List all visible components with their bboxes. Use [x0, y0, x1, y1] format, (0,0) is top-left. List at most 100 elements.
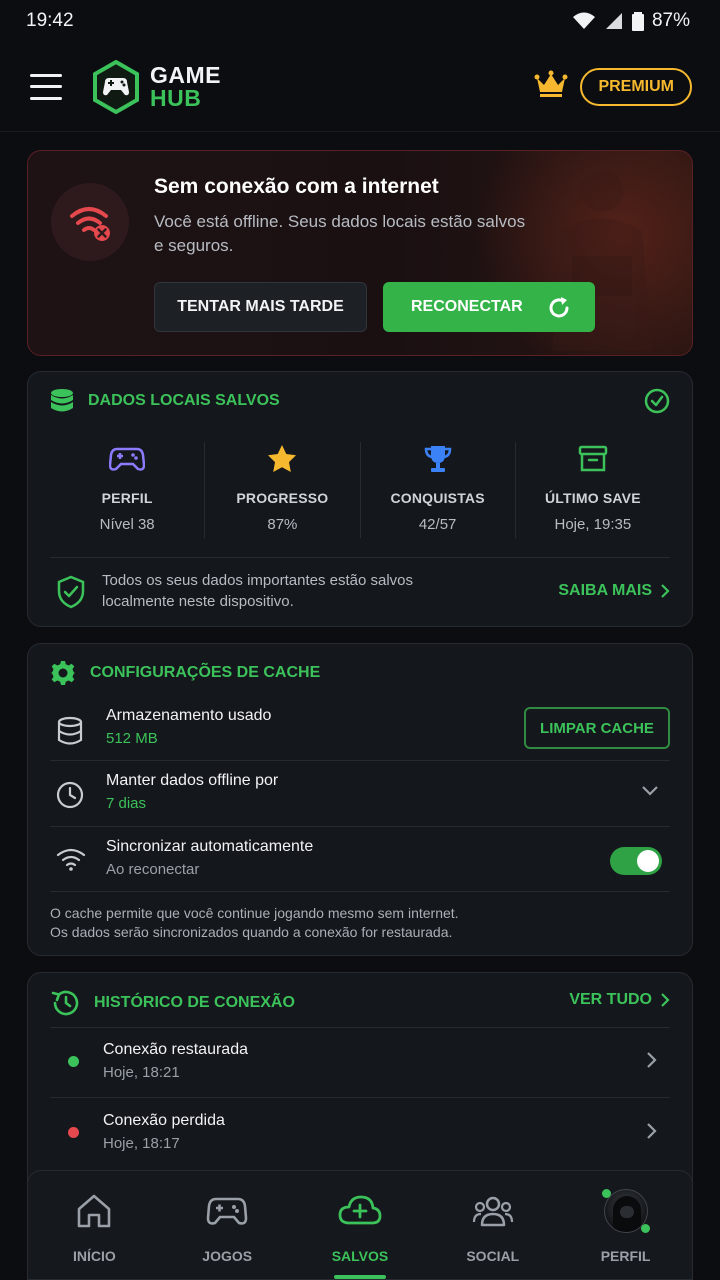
signal-icon: [604, 11, 624, 31]
nav-profile[interactable]: PERFIL: [559, 1171, 692, 1279]
chevron-right-icon: [661, 584, 670, 598]
history-item-time: Hoje, 18:17: [103, 1135, 180, 1152]
cache-note: O cache permite que você continue jogand…: [50, 904, 670, 942]
refresh-icon: [549, 297, 569, 318]
nav-social-label: SOCIAL: [466, 1248, 520, 1264]
history-item[interactable]: Conexão restaurada Hoje, 18:21: [50, 1027, 670, 1097]
stat-last-save: ÚLTIMO SAVE Hoje, 19:35: [516, 442, 670, 538]
auto-sync-toggle[interactable]: [610, 847, 662, 875]
keep-offline-row[interactable]: Manter dados offline por 7 dias: [50, 764, 670, 830]
stat-label: ÚLTIMO SAVE: [544, 490, 641, 506]
history-item-title: Conexão perdida: [103, 1112, 225, 1129]
logo-text-hub: HUB: [150, 84, 202, 111]
battery-icon: [631, 11, 644, 31]
stat-value: 42/57: [418, 516, 457, 533]
history-icon: [51, 990, 79, 1016]
auto-sync-value: Ao reconectar: [106, 861, 200, 878]
status-indicators: 87%: [572, 10, 690, 32]
offline-banner: Sem conexão com a internet Você está off…: [27, 150, 693, 356]
chevron-right-icon: [647, 1052, 657, 1068]
status-dot: [68, 1056, 79, 1067]
online-indicator: [640, 1224, 650, 1233]
learn-more-label: SAIBA MAIS: [558, 582, 652, 599]
wifi-off-icon: [51, 183, 129, 261]
try-later-button[interactable]: TENTAR MAIS TARDE: [154, 282, 367, 332]
wifi-icon: [572, 11, 596, 31]
reconnect-button[interactable]: RECONECTAR: [383, 282, 595, 332]
local-data-card: DADOS LOCAIS SALVOS PERFIL Nível 38 PROG…: [27, 371, 693, 627]
users-icon: [472, 1196, 513, 1227]
auto-sync-row: Sincronizar automaticamente Ao reconecta…: [50, 830, 670, 896]
stat-achievements: CONQUISTAS 42/57: [361, 442, 516, 538]
offline-title: Sem conexão com a internet: [154, 175, 439, 198]
chevron-right-icon: [647, 1123, 657, 1139]
nav-home[interactable]: INÍCIO: [28, 1171, 161, 1279]
stat-profile: PERFIL Nível 38: [50, 442, 206, 538]
stat-value: Hoje, 19:35: [554, 516, 632, 533]
local-data-header: DADOS LOCAIS SALVOS: [50, 388, 280, 414]
premium-button[interactable]: PREMIUM: [580, 67, 692, 106]
stat-value: Nível 38: [99, 516, 155, 533]
storage-row: Armazenamento usado 512 MB LIMPAR CACHE: [50, 699, 670, 765]
storage-icon: [57, 716, 83, 745]
history-item-title: Conexão restaurada: [103, 1041, 248, 1058]
keep-offline-value: 7 dias: [106, 795, 147, 812]
nav-home-label: INÍCIO: [73, 1248, 116, 1264]
see-all-link[interactable]: VER TUDO: [569, 991, 670, 1009]
clear-cache-button[interactable]: LIMPAR CACHE: [524, 707, 670, 749]
auto-sync-title: Sincronizar automaticamente: [106, 838, 314, 855]
stat-label: PROGRESSO: [236, 490, 329, 506]
nav-games[interactable]: JOGOS: [161, 1171, 294, 1279]
menu-icon[interactable]: [30, 73, 62, 100]
nav-social[interactable]: SOCIAL: [426, 1171, 559, 1279]
stat-label: CONQUISTAS: [390, 490, 485, 506]
shield-check-icon: [57, 575, 85, 609]
keep-offline-title: Manter dados offline por: [106, 772, 279, 789]
history-header: HISTÓRICO DE CONEXÃO: [50, 989, 295, 1017]
local-data-title: DADOS LOCAIS SALVOS: [88, 392, 280, 409]
history-item-time: Hoje, 18:21: [103, 1064, 180, 1081]
history-title: HISTÓRICO DE CONEXÃO: [94, 994, 295, 1011]
bottom-navigation: INÍCIO JOGOS SALVOS SOCIAL PERFIL: [27, 1170, 693, 1280]
chevron-down-icon[interactable]: [642, 786, 658, 796]
nav-saved-label: SALVOS: [331, 1248, 389, 1264]
battery-level: 87%: [651, 10, 690, 31]
learn-more-link[interactable]: SAIBA MAIS: [558, 582, 670, 600]
cache-title: CONFIGURAÇÕES DE CACHE: [90, 664, 321, 681]
check-circle-icon: [644, 388, 670, 414]
history-item[interactable]: Conexão perdida Hoje, 18:17: [50, 1098, 670, 1168]
local-data-note: Todos os seus dados importantes estão sa…: [102, 572, 414, 610]
chevron-right-icon: [661, 993, 670, 1007]
clock-icon: [56, 781, 84, 809]
cache-settings-card: CONFIGURAÇÕES DE CACHE Armazenamento usa…: [27, 643, 693, 956]
nav-profile-label: PERFIL: [600, 1248, 651, 1264]
cache-header: CONFIGURAÇÕES DE CACHE: [50, 660, 320, 686]
star-icon: [268, 445, 297, 472]
logo: GAME HUB: [92, 59, 221, 114]
storage-value: 512 MB: [106, 730, 158, 747]
gear-icon: [51, 661, 75, 685]
stat-value: 87%: [267, 516, 298, 533]
cloud-plus-icon: [338, 1195, 382, 1225]
app-header: GAME HUB PREMIUM: [0, 42, 720, 132]
gamepad-icon: [206, 1197, 248, 1225]
gamepad-icon: [109, 447, 146, 471]
crown-icon: [534, 70, 568, 103]
see-all-label: VER TUDO: [569, 991, 652, 1008]
status-dot: [68, 1127, 79, 1138]
local-stats: PERFIL Nível 38 PROGRESSO 87% CONQUISTAS…: [50, 442, 670, 538]
database-icon: [51, 389, 73, 412]
nav-games-label: JOGOS: [202, 1248, 253, 1264]
online-indicator: [601, 1189, 611, 1198]
cache-note-line2: Os dados serão sincronizados quando a co…: [50, 924, 453, 940]
nav-saved[interactable]: SALVOS: [294, 1171, 427, 1279]
status-time: 19:42: [26, 10, 74, 31]
storage-title: Armazenamento usado: [106, 707, 272, 724]
archive-box-icon: [578, 445, 608, 472]
trophy-icon: [424, 446, 451, 472]
reconnect-label: RECONECTAR: [411, 298, 523, 315]
offline-description: Você está offline. Seus dados locais est…: [154, 212, 526, 255]
logo-icon: [93, 59, 139, 114]
stat-label: PERFIL: [101, 490, 153, 506]
stat-progress: PROGRESSO 87%: [205, 442, 361, 538]
